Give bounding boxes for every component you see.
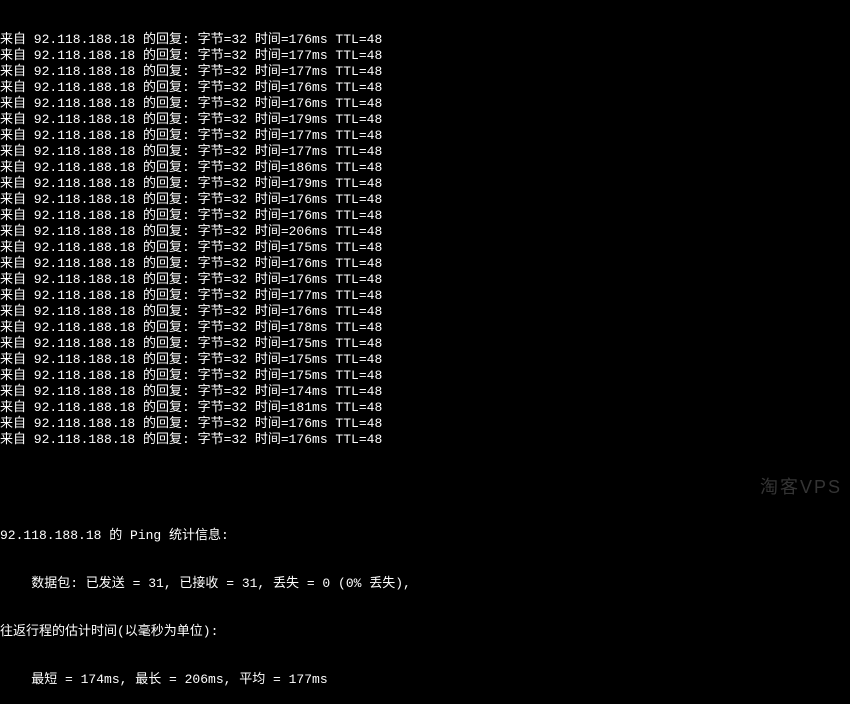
ping-reply-line: 来自 92.118.188.18 的回复: 字节=32 时间=175ms TTL… [0, 368, 850, 384]
ping-reply-line: 来自 92.118.188.18 的回复: 字节=32 时间=174ms TTL… [0, 384, 850, 400]
ping-reply-lines: 来自 92.118.188.18 的回复: 字节=32 时间=176ms TTL… [0, 32, 850, 448]
stats-title-line: 92.118.188.18 的 Ping 统计信息: [0, 528, 850, 544]
terminal-output: 来自 92.118.188.18 的回复: 字节=32 时间=176ms TTL… [0, 0, 850, 704]
ping-reply-line: 来自 92.118.188.18 的回复: 字节=32 时间=176ms TTL… [0, 208, 850, 224]
ping-reply-line: 来自 92.118.188.18 的回复: 字节=32 时间=176ms TTL… [0, 32, 850, 48]
ping-reply-line: 来自 92.118.188.18 的回复: 字节=32 时间=206ms TTL… [0, 224, 850, 240]
ping-reply-line: 来自 92.118.188.18 的回复: 字节=32 时间=177ms TTL… [0, 48, 850, 64]
stats-rtt-label-line: 往返行程的估计时间(以毫秒为单位): [0, 624, 850, 640]
ping-reply-line: 来自 92.118.188.18 的回复: 字节=32 时间=176ms TTL… [0, 192, 850, 208]
ping-reply-line: 来自 92.118.188.18 的回复: 字节=32 时间=176ms TTL… [0, 272, 850, 288]
ping-reply-line: 来自 92.118.188.18 的回复: 字节=32 时间=179ms TTL… [0, 176, 850, 192]
ping-reply-line: 来自 92.118.188.18 的回复: 字节=32 时间=176ms TTL… [0, 416, 850, 432]
stats-rtt-values-line: 最短 = 174ms, 最长 = 206ms, 平均 = 177ms [0, 672, 850, 688]
ping-reply-line: 来自 92.118.188.18 的回复: 字节=32 时间=176ms TTL… [0, 432, 850, 448]
ping-reply-line: 来自 92.118.188.18 的回复: 字节=32 时间=186ms TTL… [0, 160, 850, 176]
blank-line [0, 480, 850, 496]
stats-packets-line: 数据包: 已发送 = 31, 已接收 = 31, 丢失 = 0 (0% 丢失), [0, 576, 850, 592]
ping-reply-line: 来自 92.118.188.18 的回复: 字节=32 时间=175ms TTL… [0, 352, 850, 368]
ping-reply-line: 来自 92.118.188.18 的回复: 字节=32 时间=178ms TTL… [0, 320, 850, 336]
ping-reply-line: 来自 92.118.188.18 的回复: 字节=32 时间=177ms TTL… [0, 64, 850, 80]
ping-reply-line: 来自 92.118.188.18 的回复: 字节=32 时间=179ms TTL… [0, 112, 850, 128]
ping-reply-line: 来自 92.118.188.18 的回复: 字节=32 时间=177ms TTL… [0, 288, 850, 304]
ping-reply-line: 来自 92.118.188.18 的回复: 字节=32 时间=177ms TTL… [0, 144, 850, 160]
ping-reply-line: 来自 92.118.188.18 的回复: 字节=32 时间=176ms TTL… [0, 96, 850, 112]
ping-reply-line: 来自 92.118.188.18 的回复: 字节=32 时间=176ms TTL… [0, 256, 850, 272]
ping-reply-line: 来自 92.118.188.18 的回复: 字节=32 时间=176ms TTL… [0, 304, 850, 320]
ping-reply-line: 来自 92.118.188.18 的回复: 字节=32 时间=176ms TTL… [0, 80, 850, 96]
ping-reply-line: 来自 92.118.188.18 的回复: 字节=32 时间=181ms TTL… [0, 400, 850, 416]
ping-reply-line: 来自 92.118.188.18 的回复: 字节=32 时间=175ms TTL… [0, 336, 850, 352]
ping-reply-line: 来自 92.118.188.18 的回复: 字节=32 时间=177ms TTL… [0, 128, 850, 144]
ping-reply-line: 来自 92.118.188.18 的回复: 字节=32 时间=175ms TTL… [0, 240, 850, 256]
